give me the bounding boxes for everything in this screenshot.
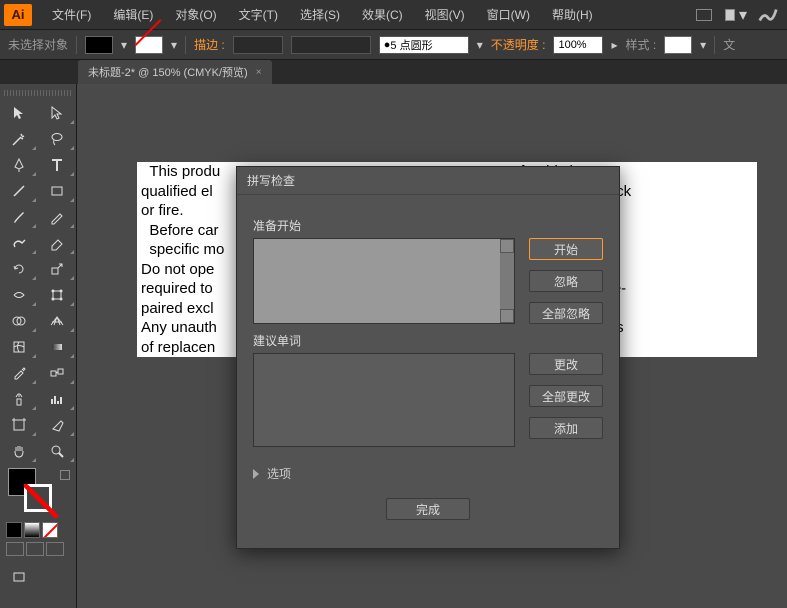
menu-bar: Ai 文件(F) 编辑(E) 对象(O) 文字(T) 选择(S) 效果(C) 视… [0,0,787,30]
blob-brush-tool[interactable] [0,230,38,256]
ignore-all-button[interactable]: 全部忽略 [529,302,603,324]
menu-select[interactable]: 选择(S) [290,2,350,27]
color-mode-gradient[interactable] [24,522,40,538]
fill-swatch[interactable] [85,36,113,54]
type-tool[interactable] [38,152,76,178]
stroke-color[interactable] [24,484,52,512]
add-button[interactable]: 添加 [529,417,603,439]
hand-tool[interactable] [0,438,38,464]
menu-effect[interactable]: 效果(C) [352,2,413,27]
dialog-title: 拼写检查 [237,167,619,195]
zoom-tool[interactable] [38,438,76,464]
free-transform-tool[interactable] [38,282,76,308]
draw-mode-row [0,540,76,558]
layout-icon[interactable] [693,4,715,26]
eraser-tool[interactable] [38,230,76,256]
slice-tool[interactable] [38,412,76,438]
opacity-input[interactable]: 100% [553,36,603,54]
scroll-up-icon[interactable] [500,239,514,253]
ready-label: 准备开始 [253,217,603,234]
gradient-tool[interactable] [38,334,76,360]
selection-state-label: 未选择对象 [8,36,68,53]
menu-help[interactable]: 帮助(H) [542,2,603,27]
perspective-grid-tool[interactable] [38,308,76,334]
line-tool[interactable] [0,178,38,204]
word-field[interactable] [253,238,515,324]
options-expander[interactable]: 选项 [253,465,603,482]
color-mode-none[interactable] [42,522,58,538]
style-label: 样式 : [625,36,656,53]
magic-wand-tool[interactable] [0,126,38,152]
menu-type[interactable]: 文字(T) [229,2,288,27]
change-all-button[interactable]: 全部更改 [529,385,603,407]
doc-setup-label[interactable]: 文 [723,36,735,53]
draw-behind[interactable] [26,542,44,556]
pencil-tool[interactable] [38,204,76,230]
paintbrush-tool[interactable] [0,204,38,230]
document-tabbar: 未标题-2* @ 150% (CMYK/预览) × [0,60,787,84]
pen-tool[interactable] [0,152,38,178]
stroke-label: 描边 : [194,36,225,53]
menu-window[interactable]: 窗口(W) [477,2,540,27]
shape-builder-tool[interactable] [0,308,38,334]
lasso-tool[interactable] [38,126,76,152]
start-button[interactable]: 开始 [529,238,603,260]
ignore-button[interactable]: 忽略 [529,270,603,292]
swap-fill-stroke-icon[interactable] [60,470,70,480]
stroke-profile-dropdown[interactable] [291,36,371,54]
menu-view[interactable]: 视图(V) [415,2,475,27]
suggestion-list[interactable] [253,353,515,447]
scroll-down-icon[interactable] [500,309,514,323]
stroke-weight-dropdown[interactable] [233,36,283,54]
change-button[interactable]: 更改 [529,353,603,375]
suggest-label: 建议单词 [253,332,603,349]
toolbox [0,84,77,608]
mesh-tool[interactable] [0,334,38,360]
color-mode-solid[interactable] [6,522,22,538]
screen-mode-cycle[interactable] [38,564,76,590]
menu-file[interactable]: 文件(F) [42,2,101,27]
stroke-swatch[interactable] [135,36,163,54]
panel-collapse-grip[interactable] [0,60,8,74]
width-tool[interactable] [0,282,38,308]
blend-tool[interactable] [38,360,76,386]
scale-tool[interactable] [38,256,76,282]
close-tab-icon[interactable]: × [256,67,262,78]
spell-check-dialog: 拼写检查 准备开始 开始 忽略 全部忽略 建议单词 更改 全部更改 [236,166,620,549]
eyedropper-tool[interactable] [0,360,38,386]
document-tab-title: 未标题-2* @ 150% (CMYK/预览) [88,64,248,80]
brush-definition[interactable]: ● 5 点圆形 [379,36,469,54]
document-tab[interactable]: 未标题-2* @ 150% (CMYK/预览) × [78,60,272,84]
done-button[interactable]: 完成 [386,498,470,520]
draw-normal[interactable] [6,542,24,556]
style-swatch[interactable] [664,36,692,54]
triangle-right-icon [253,469,259,479]
column-graph-tool[interactable] [38,386,76,412]
artboard-tool[interactable] [0,412,38,438]
screen-mode-tool[interactable] [0,564,38,590]
options-label: 选项 [267,465,291,482]
sync-icon[interactable] [757,4,779,26]
direct-selection-tool[interactable] [38,100,76,126]
fill-stroke-control[interactable] [4,468,72,516]
app-logo: Ai [4,4,32,26]
draw-inside[interactable] [46,542,64,556]
options-bar: 未选择对象 ▾ ▾ 描边 : ● 5 点圆形▾ 不透明度 : 100%▸ 样式 … [0,30,787,60]
rotate-tool[interactable] [0,256,38,282]
scrollbar[interactable] [500,239,514,323]
brush-value: 5 点圆形 [390,37,432,53]
menu-object[interactable]: 对象(O) [165,2,226,27]
selection-tool[interactable] [0,100,38,126]
toolbox-grip[interactable] [4,90,72,96]
arrange-dropdown[interactable]: ▾ [725,4,747,26]
symbol-sprayer-tool[interactable] [0,386,38,412]
color-mode-row [0,520,76,540]
rectangle-tool[interactable] [38,178,76,204]
opacity-label: 不透明度 : [491,36,546,53]
